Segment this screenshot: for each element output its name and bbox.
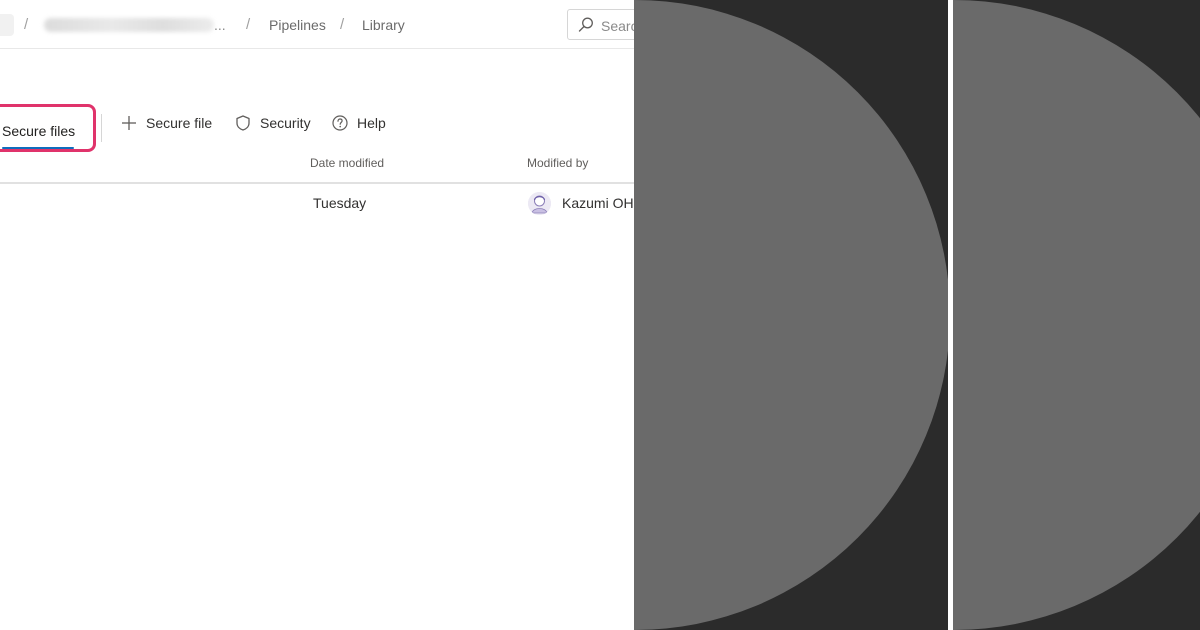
avatar — [528, 192, 551, 215]
security-button[interactable]: Security — [234, 110, 311, 136]
add-secure-file-label: Secure file — [146, 115, 213, 131]
column-header-modified-by[interactable]: Modified by — [527, 156, 588, 170]
breadcrumb-separator: / — [24, 16, 29, 33]
breadcrumb-ellipsis: ... — [214, 17, 226, 33]
decorative-panel-left — [634, 0, 948, 630]
table-header: Date modified Modified by — [0, 146, 634, 184]
add-secure-file-button[interactable]: Secure file — [120, 110, 212, 136]
breadcrumb-separator: / — [246, 16, 251, 33]
table-row[interactable]: Tuesday Kazumi OHIRA — [0, 186, 634, 222]
plus-icon — [122, 116, 136, 130]
breadcrumb-library[interactable]: Library — [362, 17, 405, 33]
user-avatar-icon — [528, 192, 551, 215]
search-input[interactable]: Search — [567, 9, 634, 40]
half-circle-shape — [953, 0, 1200, 630]
search-icon — [578, 17, 593, 32]
tab-secure-files-highlight[interactable]: Secure files — [0, 104, 96, 152]
library-toolbar: Secure files Secure file Security Help — [0, 100, 634, 152]
help-icon — [332, 115, 348, 131]
cell-date-modified: Tuesday — [313, 195, 367, 211]
security-label: Security — [260, 115, 311, 131]
decorative-panel-right — [953, 0, 1200, 630]
library-page: / ... / Pipelines / Library Search Secur… — [0, 0, 634, 630]
breadcrumb-project-blurred[interactable] — [44, 18, 214, 32]
toolbar-divider — [101, 114, 102, 142]
breadcrumb-organization[interactable] — [0, 14, 14, 36]
shield-icon — [236, 115, 250, 131]
column-header-date-modified[interactable]: Date modified — [310, 156, 384, 170]
breadcrumb-pipelines[interactable]: Pipelines — [269, 17, 326, 33]
breadcrumb-separator: / — [340, 16, 345, 33]
search-placeholder: Search — [601, 18, 634, 34]
help-label: Help — [357, 115, 386, 131]
top-bar: / ... / Pipelines / Library Search — [0, 0, 634, 49]
tab-secure-files[interactable]: Secure files — [2, 123, 75, 139]
help-button[interactable]: Help — [331, 110, 386, 136]
cell-modified-by: Kazumi OHIRA — [562, 195, 634, 211]
half-circle-shape — [634, 0, 948, 630]
